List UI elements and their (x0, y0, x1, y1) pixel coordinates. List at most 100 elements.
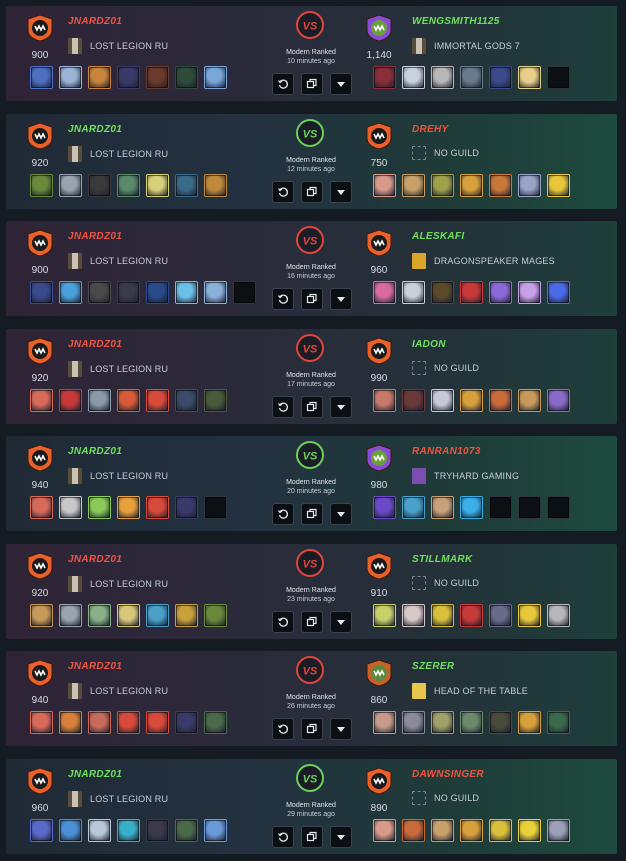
player-name[interactable]: JNARDZ01 (68, 446, 122, 457)
expand-button[interactable] (330, 503, 352, 525)
hero-portrait-icon[interactable] (88, 388, 111, 412)
hero-portrait-icon[interactable] (431, 818, 454, 842)
hero-portrait-icon[interactable] (88, 66, 111, 89)
hero-portrait-icon[interactable] (460, 818, 483, 842)
hero-portrait-icon[interactable] (117, 496, 140, 519)
copy-button[interactable] (301, 503, 323, 525)
player-name[interactable]: JNARDZ01 (68, 124, 122, 135)
replay-button[interactable] (272, 73, 294, 95)
replay-button[interactable] (272, 825, 294, 848)
hero-portrait-icon[interactable] (489, 281, 512, 304)
hero-portrait-icon[interactable] (431, 388, 454, 412)
hero-portrait-icon[interactable] (30, 818, 53, 842)
expand-button[interactable] (330, 610, 352, 633)
hero-portrait-icon[interactable] (175, 603, 198, 627)
hero-portrait-icon[interactable] (518, 66, 541, 89)
player-name[interactable]: DAWNSINGER (412, 769, 484, 780)
hero-portrait-icon[interactable] (204, 711, 227, 734)
player-name[interactable]: ALESKAFI (412, 231, 464, 242)
hero-portrait-icon[interactable] (117, 66, 140, 89)
hero-portrait-icon[interactable] (373, 281, 396, 304)
hero-portrait-icon[interactable] (30, 66, 53, 89)
hero-portrait-icon[interactable] (431, 496, 454, 519)
hero-portrait-icon[interactable] (489, 173, 512, 197)
hero-portrait-icon[interactable] (59, 388, 82, 412)
hero-portrait-icon[interactable] (431, 711, 454, 734)
hero-portrait-icon[interactable] (460, 388, 483, 412)
expand-button[interactable] (330, 718, 352, 740)
hero-portrait-icon[interactable] (402, 603, 425, 627)
hero-portrait-icon[interactable] (431, 603, 454, 627)
hero-portrait-icon[interactable] (489, 711, 512, 734)
hero-portrait-icon[interactable] (175, 66, 198, 89)
hero-portrait-icon[interactable] (30, 281, 53, 304)
hero-portrait-icon[interactable] (489, 818, 512, 842)
hero-portrait-icon[interactable] (117, 173, 140, 197)
hero-portrait-icon[interactable] (547, 818, 570, 842)
hero-portrait-icon[interactable] (460, 603, 483, 627)
hero-portrait-icon[interactable] (204, 388, 227, 412)
player-name[interactable]: RANRAN1073 (412, 446, 481, 457)
hero-portrait-icon[interactable] (146, 388, 169, 412)
hero-portrait-icon[interactable] (146, 603, 169, 627)
hero-portrait-icon[interactable] (204, 281, 227, 304)
hero-portrait-icon[interactable] (146, 818, 169, 842)
hero-portrait-icon[interactable] (59, 173, 82, 197)
hero-portrait-icon[interactable] (175, 496, 198, 519)
hero-portrait-icon[interactable] (59, 66, 82, 89)
player-name[interactable]: SZERER (412, 661, 454, 672)
player-name[interactable]: JNARDZ01 (68, 16, 122, 27)
copy-button[interactable] (301, 73, 323, 95)
hero-portrait-icon[interactable] (175, 173, 198, 197)
hero-portrait-icon[interactable] (88, 818, 111, 842)
hero-portrait-icon[interactable] (59, 281, 82, 304)
expand-button[interactable] (330, 395, 352, 418)
hero-portrait-icon[interactable] (146, 66, 169, 89)
expand-button[interactable] (330, 288, 352, 310)
hero-portrait-icon[interactable] (88, 711, 111, 734)
hero-portrait-icon[interactable] (204, 818, 227, 842)
hero-portrait-icon[interactable] (117, 603, 140, 627)
hero-portrait-icon[interactable] (175, 388, 198, 412)
copy-button[interactable] (301, 395, 323, 418)
hero-portrait-icon[interactable] (88, 603, 111, 627)
hero-portrait-icon[interactable] (146, 173, 169, 197)
hero-portrait-icon[interactable] (88, 281, 111, 304)
replay-button[interactable] (272, 503, 294, 525)
hero-portrait-icon[interactable] (460, 173, 483, 197)
hero-portrait-icon[interactable] (146, 281, 169, 304)
replay-button[interactable] (272, 180, 294, 203)
hero-portrait-icon[interactable] (175, 818, 198, 842)
hero-portrait-icon[interactable] (373, 818, 396, 842)
expand-button[interactable] (330, 825, 352, 848)
hero-portrait-icon[interactable] (402, 711, 425, 734)
hero-portrait-icon[interactable] (59, 603, 82, 627)
hero-portrait-icon[interactable] (518, 388, 541, 412)
hero-portrait-icon[interactable] (373, 173, 396, 197)
player-name[interactable]: JNARDZ01 (68, 554, 122, 565)
hero-portrait-icon[interactable] (402, 496, 425, 519)
expand-button[interactable] (330, 180, 352, 203)
hero-portrait-icon[interactable] (204, 66, 227, 89)
hero-portrait-icon[interactable] (489, 603, 512, 627)
player-name[interactable]: WENGSMITH1125 (412, 16, 500, 27)
hero-portrait-icon[interactable] (460, 711, 483, 734)
hero-portrait-icon[interactable] (518, 173, 541, 197)
hero-portrait-icon[interactable] (373, 603, 396, 627)
player-name[interactable]: JNARDZ01 (68, 769, 122, 780)
hero-portrait-icon[interactable] (88, 496, 111, 519)
hero-portrait-icon[interactable] (30, 173, 53, 197)
hero-portrait-icon[interactable] (402, 173, 425, 197)
hero-portrait-icon[interactable] (117, 711, 140, 734)
hero-portrait-icon[interactable] (117, 281, 140, 304)
hero-portrait-icon[interactable] (30, 711, 53, 734)
hero-portrait-icon[interactable] (30, 496, 53, 519)
hero-portrait-icon[interactable] (373, 388, 396, 412)
hero-portrait-icon[interactable] (30, 388, 53, 412)
hero-portrait-icon[interactable] (489, 66, 512, 89)
hero-portrait-icon[interactable] (431, 66, 454, 89)
hero-portrait-icon[interactable] (431, 281, 454, 304)
hero-portrait-icon[interactable] (59, 711, 82, 734)
hero-portrait-icon[interactable] (117, 388, 140, 412)
hero-portrait-icon[interactable] (146, 496, 169, 519)
